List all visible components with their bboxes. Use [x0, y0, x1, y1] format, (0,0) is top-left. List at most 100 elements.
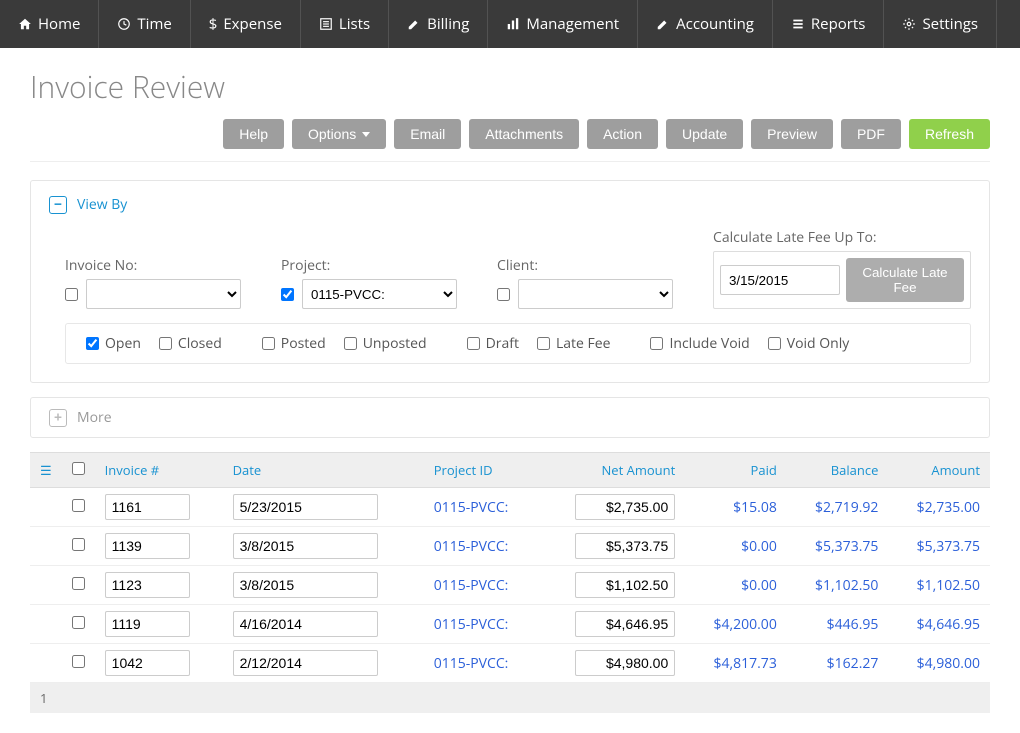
- net-cell-input[interactable]: [575, 494, 675, 520]
- nav-home[interactable]: Home: [0, 0, 99, 48]
- help-button[interactable]: Help: [223, 119, 284, 149]
- amount-cell: $5,373.75: [888, 527, 990, 566]
- date-cell-input[interactable]: [233, 494, 378, 520]
- date-cell-input[interactable]: [233, 650, 378, 676]
- row-checkbox[interactable]: [72, 577, 85, 590]
- nav-management[interactable]: Management: [488, 0, 638, 48]
- action-button[interactable]: Action: [587, 119, 658, 149]
- row-checkbox[interactable]: [72, 538, 85, 551]
- status-flags: Open Closed Posted Unposted Draft Late F…: [65, 323, 971, 364]
- invoice-cell-input[interactable]: [105, 650, 190, 676]
- nav-accounting-label: Accounting: [676, 14, 754, 34]
- col-amount[interactable]: Amount: [888, 453, 990, 488]
- latefee-filter: Calculate Late Fee Up To: Calculate Late…: [713, 228, 971, 309]
- dollar-icon: $: [209, 14, 218, 34]
- invoice-cell-input[interactable]: [105, 494, 190, 520]
- nav-billing[interactable]: Billing: [389, 0, 488, 48]
- project-cell[interactable]: 0115-PVCC:: [424, 644, 539, 683]
- clock-icon: [117, 17, 131, 31]
- invoice-no-select[interactable]: [86, 279, 241, 309]
- col-invoice[interactable]: Invoice #: [95, 453, 223, 488]
- nav-accounting[interactable]: Accounting: [638, 0, 773, 48]
- email-button[interactable]: Email: [394, 119, 461, 149]
- date-cell-input[interactable]: [233, 572, 378, 598]
- refresh-button[interactable]: Refresh: [909, 119, 990, 149]
- net-cell-input[interactable]: [575, 533, 675, 559]
- project-cell[interactable]: 0115-PVCC:: [424, 527, 539, 566]
- nav-billing-label: Billing: [427, 14, 469, 34]
- balance-cell: $5,373.75: [787, 527, 889, 566]
- collapse-button[interactable]: −: [49, 196, 67, 214]
- row-checkbox[interactable]: [72, 499, 85, 512]
- list-view-icon[interactable]: ☰: [40, 461, 52, 479]
- viewby-panel: − View By Invoice No: Project: 0115-PVCC…: [30, 180, 990, 383]
- col-balance[interactable]: Balance: [787, 453, 889, 488]
- paid-cell: $4,817.73: [685, 644, 787, 683]
- more-panel: + More: [30, 397, 990, 438]
- date-cell-input[interactable]: [233, 533, 378, 559]
- flag-closed[interactable]: Closed: [159, 334, 222, 353]
- preview-button[interactable]: Preview: [751, 119, 833, 149]
- nav-management-label: Management: [526, 14, 619, 34]
- row-checkbox[interactable]: [72, 655, 85, 668]
- invoice-no-checkbox[interactable]: [65, 288, 78, 301]
- net-cell-input[interactable]: [575, 572, 675, 598]
- update-button[interactable]: Update: [666, 119, 743, 149]
- nav-expense[interactable]: $ Expense: [191, 0, 301, 48]
- paid-cell: $0.00: [685, 527, 787, 566]
- project-filter: Project: 0115-PVCC:: [281, 256, 457, 309]
- report-icon: [791, 17, 805, 31]
- amount-cell: $2,735.00: [888, 488, 990, 527]
- nav-home-label: Home: [38, 14, 80, 34]
- page-title: Invoice Review: [30, 66, 990, 107]
- client-filter: Client:: [497, 256, 673, 309]
- nav-settings[interactable]: Settings: [884, 0, 997, 48]
- calculate-latefee-button[interactable]: Calculate Late Fee: [846, 258, 964, 302]
- net-cell-input[interactable]: [575, 611, 675, 637]
- paid-cell: $15.08: [685, 488, 787, 527]
- row-checkbox[interactable]: [72, 616, 85, 629]
- bars-icon: [506, 17, 520, 31]
- flag-include-void[interactable]: Include Void: [650, 334, 749, 353]
- invoice-cell-input[interactable]: [105, 611, 190, 637]
- latefee-date-input[interactable]: [720, 265, 840, 295]
- options-button[interactable]: Options: [292, 119, 386, 149]
- paid-cell: $0.00: [685, 566, 787, 605]
- invoice-cell-input[interactable]: [105, 533, 190, 559]
- client-checkbox[interactable]: [497, 288, 510, 301]
- flag-posted[interactable]: Posted: [262, 334, 326, 353]
- col-paid[interactable]: Paid: [685, 453, 787, 488]
- select-all-checkbox[interactable]: [72, 462, 85, 475]
- amount-cell: $4,980.00: [888, 644, 990, 683]
- flag-latefee[interactable]: Late Fee: [537, 334, 611, 353]
- date-cell-input[interactable]: [233, 611, 378, 637]
- table-row: 0115-PVCC:$0.00$5,373.75$5,373.75: [30, 527, 990, 566]
- nav-reports[interactable]: Reports: [773, 0, 885, 48]
- project-checkbox[interactable]: [281, 288, 294, 301]
- nav-lists[interactable]: Lists: [301, 0, 389, 48]
- client-select[interactable]: [518, 279, 673, 309]
- flag-unposted[interactable]: Unposted: [344, 334, 427, 353]
- table-footer-page: 1: [30, 683, 990, 713]
- expand-button[interactable]: +: [49, 409, 67, 427]
- invoice-cell-input[interactable]: [105, 572, 190, 598]
- top-nav: Home Time $ Expense Lists Billing Manage…: [0, 0, 1020, 48]
- nav-time[interactable]: Time: [99, 0, 190, 48]
- project-select[interactable]: 0115-PVCC:: [302, 279, 457, 309]
- flag-open[interactable]: Open: [86, 334, 141, 353]
- project-cell[interactable]: 0115-PVCC:: [424, 605, 539, 644]
- nav-time-label: Time: [137, 14, 171, 34]
- col-date[interactable]: Date: [223, 453, 424, 488]
- net-cell-input[interactable]: [575, 650, 675, 676]
- col-net[interactable]: Net Amount: [539, 453, 685, 488]
- amount-cell: $4,646.95: [888, 605, 990, 644]
- table-row: 0115-PVCC:$15.08$2,719.92$2,735.00: [30, 488, 990, 527]
- paid-cell: $4,200.00: [685, 605, 787, 644]
- project-cell[interactable]: 0115-PVCC:: [424, 488, 539, 527]
- flag-void-only[interactable]: Void Only: [768, 334, 850, 353]
- pdf-button[interactable]: PDF: [841, 119, 901, 149]
- project-cell[interactable]: 0115-PVCC:: [424, 566, 539, 605]
- col-project[interactable]: Project ID: [424, 453, 539, 488]
- attachments-button[interactable]: Attachments: [469, 119, 579, 149]
- flag-draft[interactable]: Draft: [467, 334, 519, 353]
